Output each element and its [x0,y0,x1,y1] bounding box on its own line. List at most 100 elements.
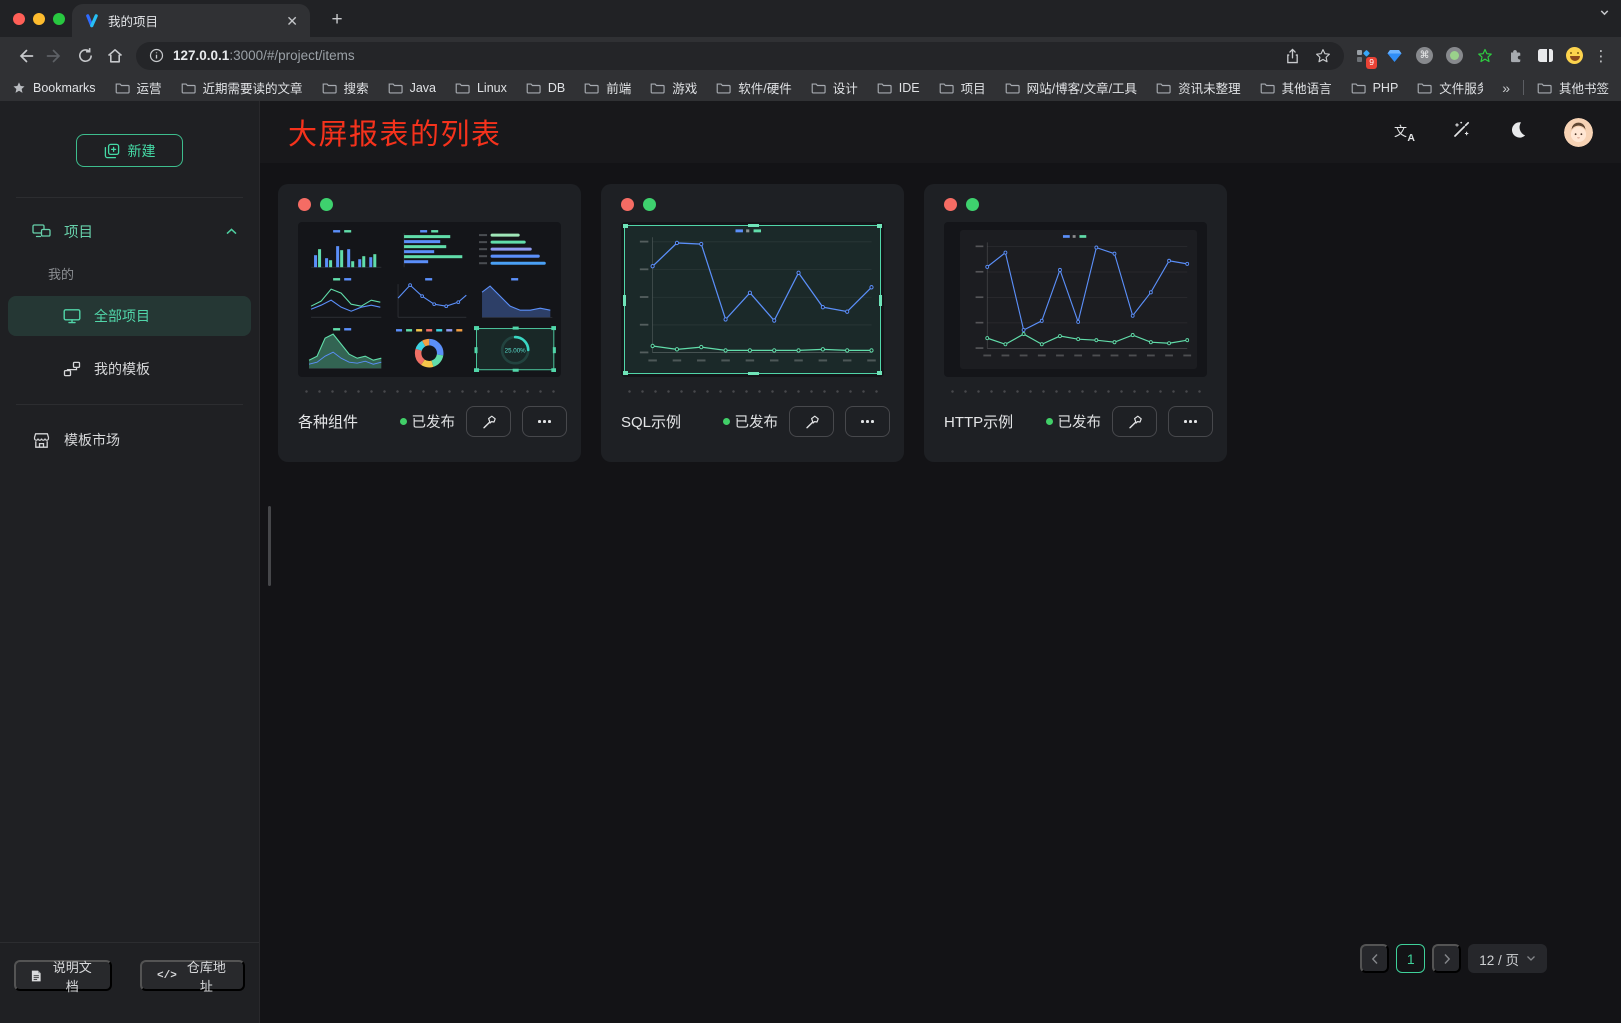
tab-search-chevron-icon[interactable] [1598,6,1611,24]
scrollbar-thumb[interactable] [268,506,271,586]
zoom-window-button[interactable] [53,13,65,25]
bookmark-star-icon[interactable] [1315,48,1331,64]
folder-icon [716,82,731,94]
monitor-icon [63,308,81,324]
folder-icon [1156,82,1171,94]
chevron-up-icon[interactable] [226,228,237,235]
bookmark-folder-item[interactable]: 前端 [584,78,631,97]
sidebar-item-all-projects[interactable]: 全部项目 [8,296,251,336]
bookmark-folder-label: 游戏 [672,78,697,97]
share-icon[interactable] [1285,48,1300,64]
prev-page-button[interactable] [1360,944,1389,973]
bookmark-folder-label: 近期需要读的文章 [203,78,303,97]
bookmark-folder-item[interactable]: 项目 [939,78,986,97]
project-card[interactable]: 25.00% 各种组件 已发布 [278,184,581,462]
bookmark-folder-item[interactable]: 近期需要读的文章 [181,78,303,97]
site-info-icon[interactable] [149,48,164,63]
extension-badge: 9 [1366,57,1377,68]
card-preview-dashboard: 25.00% [298,222,561,377]
gem-extension-icon[interactable] [1385,47,1403,65]
close-window-button[interactable] [13,13,25,25]
new-project-label: 新建 [128,141,156,161]
recorder-extension-icon[interactable] [1446,47,1463,64]
docs-label: 说明文档 [50,957,96,995]
home-icon[interactable] [100,41,130,71]
repo-button[interactable]: </> 仓库地址 [140,960,245,991]
sidebar-item-my-templates[interactable]: 我的模板 [8,349,251,389]
bookmarks-overflow-chevron[interactable]: » [1502,80,1510,96]
minimize-window-button[interactable] [33,13,45,25]
hammer-icon [804,414,820,430]
status-badge: 已发布 [723,411,779,432]
edit-project-button[interactable] [1112,406,1157,437]
bookmark-folder-item[interactable]: Java [388,78,436,97]
apps-extension-icon[interactable]: 9 [1354,47,1372,65]
user-avatar[interactable] [1564,118,1593,147]
page-size-select[interactable]: 12 / 页 [1468,944,1547,973]
translate-icon[interactable]: 文A [1394,123,1415,142]
sidebar-group-projects[interactable]: 项目 [0,211,259,252]
bookmark-folder-item[interactable]: 其他语言 [1260,78,1332,97]
bookmark-folder-item[interactable]: 搜索 [322,78,369,97]
bookmark-folder-item[interactable]: 设计 [811,78,858,97]
folder-icon [811,82,826,94]
next-page-button[interactable] [1432,944,1461,973]
bookmark-folder-label: PHP [1373,81,1399,95]
edit-project-button[interactable] [789,406,834,437]
chevron-right-icon [1442,953,1452,965]
storefront-icon [32,432,51,449]
bookmark-folder-item[interactable]: 运营 [115,78,162,97]
bookmark-folder-item[interactable]: 软件/硬件 [716,78,791,97]
forward-icon[interactable] [40,41,70,71]
folder-icon [181,82,196,94]
extension-icons: 9 ⌘ [1354,47,1583,65]
current-page-button[interactable]: 1 [1396,944,1425,973]
new-project-button[interactable]: 新建 [76,134,183,167]
sidebar-item-template-market[interactable]: 模板市场 [8,420,251,460]
other-bookmarks-item[interactable]: 其他书签 [1537,78,1609,97]
url-host: 127.0.0.1 [173,48,229,63]
command-extension-icon[interactable]: ⌘ [1416,47,1433,64]
bookmark-folder-item[interactable]: 游戏 [650,78,697,97]
reload-icon[interactable] [70,41,100,71]
magic-wand-icon[interactable] [1452,120,1471,144]
folder-icon [877,82,892,94]
bookmarks-manager-item[interactable]: Bookmarks [12,81,96,95]
site-favicon [84,13,99,28]
side-panel-icon[interactable] [1538,49,1553,62]
edit-project-button[interactable] [466,406,511,437]
emoji-extension-icon[interactable] [1566,47,1583,64]
bookmark-folder-item[interactable]: 网站/博客/文章/工具 [1005,78,1137,97]
dark-mode-moon-icon[interactable] [1508,120,1527,144]
browser-menu-icon[interactable]: ⋮ [1591,47,1611,65]
url-text: 127.0.0.1:3000/#/project/items [173,48,1276,63]
bookmark-folder-item[interactable]: IDE [877,78,920,97]
red-dot [621,198,634,211]
browser-tab[interactable]: 我的项目 ✕ [72,4,310,37]
address-bar[interactable]: 127.0.0.1:3000/#/project/items [136,42,1344,70]
url-path: :3000/#/project/items [229,48,354,63]
bookmark-folder-item[interactable]: DB [526,78,565,97]
bookmark-folder-item[interactable]: Linux [455,78,507,97]
selected-chart-box [624,225,881,374]
star-extension-icon[interactable] [1476,47,1494,65]
more-options-button[interactable] [1168,406,1213,437]
red-dot [298,198,311,211]
bookmark-folder-item[interactable]: PHP [1351,78,1399,97]
extensions-puzzle-icon[interactable] [1507,47,1525,65]
star-icon [12,81,26,95]
folder-icon [1005,82,1020,94]
project-card[interactable]: SQL示例 已发布 [601,184,904,462]
bookmark-folder-item[interactable]: 资讯未整理 [1156,78,1241,97]
bookmark-folder-item[interactable]: 文件服务器 [1417,78,1483,97]
preview-bar-chart [303,227,385,273]
tab-close-icon[interactable]: ✕ [286,14,298,28]
new-tab-button[interactable]: + [326,9,348,31]
project-card[interactable]: HTTP示例 已发布 [924,184,1227,462]
back-icon[interactable] [10,41,40,71]
chevron-down-icon [1526,955,1536,962]
docs-button[interactable]: 说明文档 [14,960,112,991]
more-options-button[interactable] [845,406,890,437]
more-options-button[interactable] [522,406,567,437]
sidebar-divider [16,197,243,198]
